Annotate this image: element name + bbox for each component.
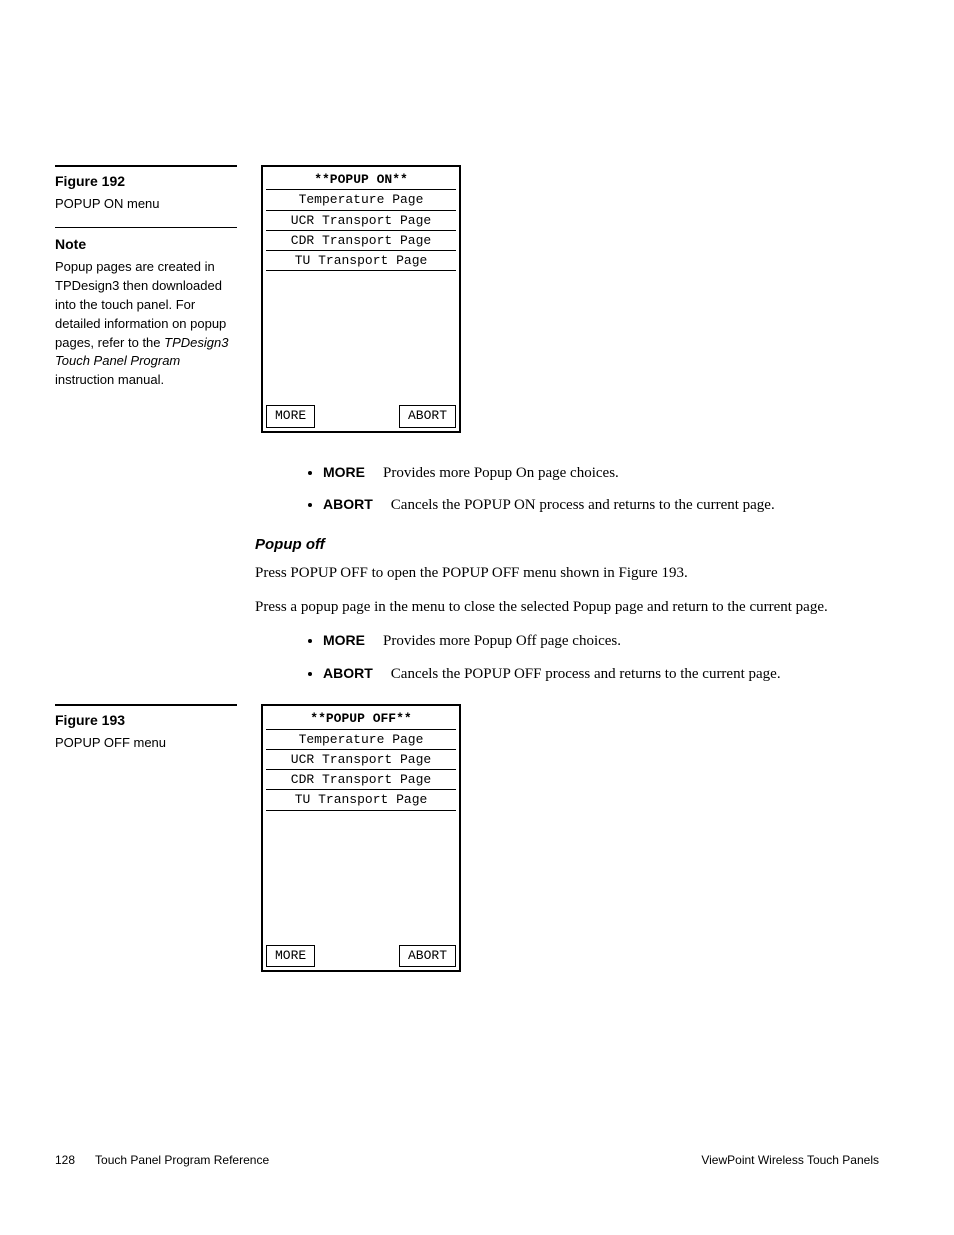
popup-off-p1: Press POPUP OFF to open the POPUP OFF me… (255, 563, 850, 583)
abort-label: ABORT (323, 496, 373, 512)
list-item: MORE Provides more Popup Off page choices… (323, 631, 850, 652)
popup-on-item[interactable]: CDR Transport Page (266, 231, 456, 251)
figure-192-title: Figure 192 (55, 173, 237, 189)
figure-192-caption: POPUP ON menu (55, 195, 237, 213)
bullet-list-1: MORE Provides more Popup On page choices.… (255, 463, 850, 516)
page: Figure 192 POPUP ON menu Note Popup page… (0, 0, 954, 1235)
page-number: 128 (55, 1153, 75, 1167)
sidebar-fig193: Figure 193 POPUP OFF menu (55, 704, 255, 766)
more-button[interactable]: MORE (266, 945, 315, 967)
figure-193-title: Figure 193 (55, 712, 237, 728)
popup-on-item[interactable]: TU Transport Page (266, 251, 456, 271)
abort-text: Cancels the POPUP ON process and returns… (391, 497, 775, 513)
popup-off-panel: **POPUP OFF** Temperature Page UCR Trans… (261, 704, 461, 972)
popup-off-p2: Press a popup page in the menu to close … (255, 597, 850, 617)
abort-button[interactable]: ABORT (399, 945, 456, 967)
bullet-list-2: MORE Provides more Popup Off page choices… (255, 631, 850, 684)
main-bullets-1: MORE Provides more Popup On page choices.… (255, 463, 850, 705)
more-label: MORE (323, 632, 365, 648)
popup-on-item[interactable]: UCR Transport Page (266, 211, 456, 231)
popup-off-heading: Popup off (255, 536, 850, 553)
note-body: Popup pages are created in TPDesign3 the… (55, 258, 237, 390)
page-footer: 128 Touch Panel Program Reference ViewPo… (55, 1153, 879, 1167)
list-item: MORE Provides more Popup On page choices. (323, 463, 850, 484)
list-item: ABORT Cancels the POPUP ON process and re… (323, 495, 850, 516)
abort-label: ABORT (323, 665, 373, 681)
bullets-1-row: MORE Provides more Popup On page choices.… (55, 463, 879, 705)
rule (55, 165, 237, 167)
more-text: Provides more Popup Off page choices. (383, 633, 621, 649)
list-item: ABORT Cancels the POPUP OFF process and r… (323, 664, 850, 685)
figure-192-row: Figure 192 POPUP ON menu Note Popup page… (55, 165, 879, 463)
note-text-2: instruction manual. (55, 372, 164, 387)
popup-off-item[interactable]: Temperature Page (266, 730, 456, 750)
popup-on-item[interactable]: Temperature Page (266, 190, 456, 210)
abort-button[interactable]: ABORT (399, 405, 456, 427)
note-title: Note (55, 236, 237, 252)
panel-button-row: MORE ABORT (266, 403, 456, 427)
abort-text: Cancels the POPUP OFF process and return… (391, 666, 781, 682)
figure-193-caption: POPUP OFF menu (55, 734, 237, 752)
footer-right-text: ViewPoint Wireless Touch Panels (701, 1153, 879, 1167)
footer-left: 128 Touch Panel Program Reference (55, 1153, 269, 1167)
panel-spacer (266, 271, 456, 403)
rule (55, 704, 237, 706)
popup-off-item[interactable]: UCR Transport Page (266, 750, 456, 770)
figure-193-row: Figure 193 POPUP OFF menu **POPUP OFF** … (55, 704, 879, 1002)
panel-button-row: MORE ABORT (266, 943, 456, 967)
popup-on-panel: **POPUP ON** Temperature Page UCR Transp… (261, 165, 461, 433)
footer-left-text: Touch Panel Program Reference (95, 1153, 269, 1167)
main-fig193: **POPUP OFF** Temperature Page UCR Trans… (255, 704, 850, 1002)
popup-on-title: **POPUP ON** (266, 170, 456, 190)
popup-off-item[interactable]: CDR Transport Page (266, 770, 456, 790)
popup-off-item[interactable]: TU Transport Page (266, 790, 456, 810)
main-fig192: **POPUP ON** Temperature Page UCR Transp… (255, 165, 850, 463)
panel-spacer (266, 811, 456, 943)
popup-off-title: **POPUP OFF** (266, 709, 456, 729)
more-text: Provides more Popup On page choices. (383, 465, 619, 481)
thin-rule (55, 227, 237, 228)
more-label: MORE (323, 464, 365, 480)
sidebar-fig192: Figure 192 POPUP ON menu Note Popup page… (55, 165, 255, 390)
more-button[interactable]: MORE (266, 405, 315, 427)
